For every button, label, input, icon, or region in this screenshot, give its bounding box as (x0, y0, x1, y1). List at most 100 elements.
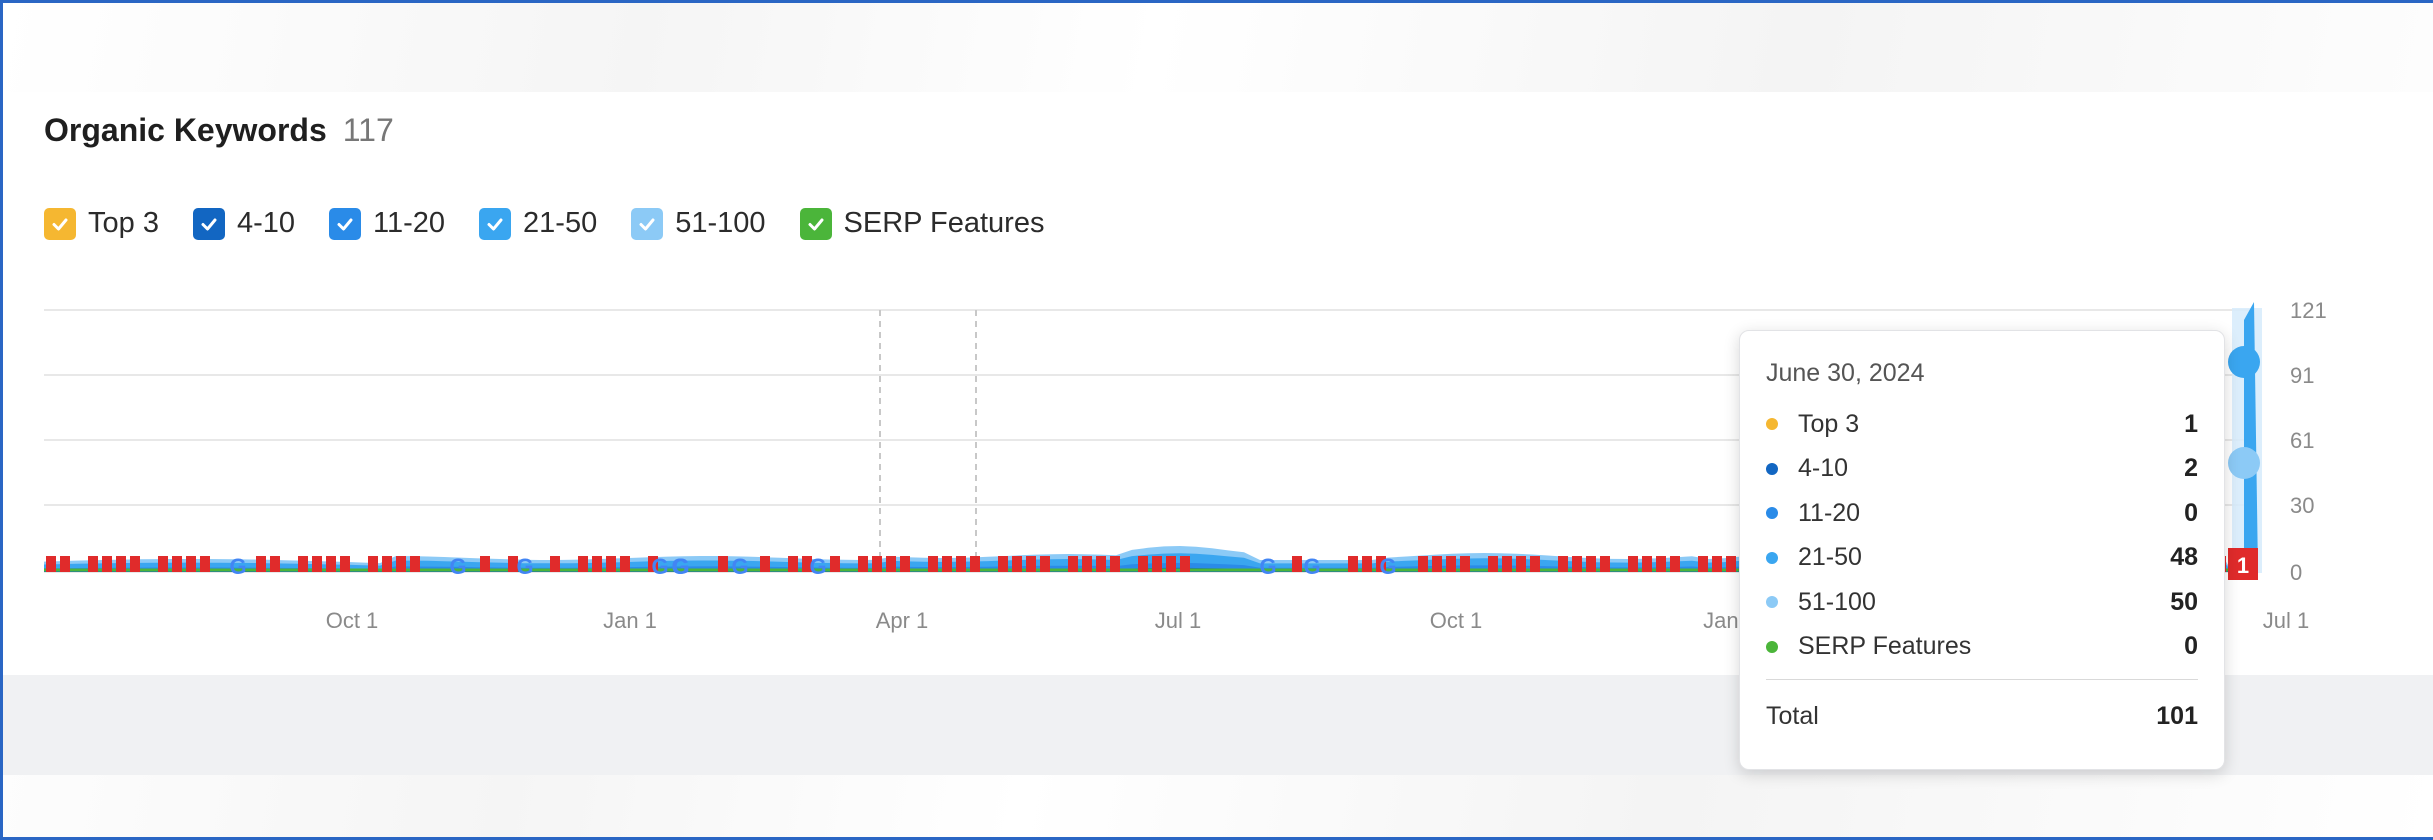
note-flag[interactable] (1712, 556, 1722, 572)
note-flag[interactable] (1068, 556, 1078, 572)
tooltip-value: 48 (2170, 543, 2198, 572)
note-flag[interactable] (830, 556, 840, 572)
note-flag[interactable] (1166, 556, 1176, 572)
legend-51-100[interactable]: 51-100 (631, 207, 766, 240)
note-flag[interactable] (1600, 556, 1610, 572)
legend-label: Top 3 (88, 207, 159, 239)
google-update-marker[interactable]: G (731, 554, 748, 579)
checkbox-4-10-icon[interactable] (192, 207, 225, 240)
note-flag[interactable] (1502, 556, 1512, 572)
legend-serp-features[interactable]: SERP Features (799, 207, 1044, 240)
note-flag[interactable] (928, 556, 938, 572)
note-flag[interactable] (368, 556, 378, 572)
note-flag[interactable] (1586, 556, 1596, 572)
note-flag[interactable] (1558, 556, 1568, 572)
note-flag[interactable] (760, 556, 770, 572)
note-flag[interactable] (1096, 556, 1106, 572)
note-flag[interactable] (130, 556, 140, 572)
note-flag[interactable] (1572, 556, 1582, 572)
legend-top3[interactable]: Top 3 (44, 207, 159, 240)
checkbox-top3-icon[interactable] (44, 207, 76, 240)
google-update-marker[interactable]: G (651, 554, 668, 579)
note-flag[interactable] (186, 556, 196, 572)
note-flag[interactable] (872, 556, 882, 572)
note-flag[interactable] (1530, 556, 1540, 572)
note-flag[interactable] (718, 556, 728, 572)
legend-11-20[interactable]: 11-20 (329, 207, 445, 240)
google-update-marker[interactable]: G (1379, 554, 1396, 579)
note-flag[interactable] (1348, 556, 1358, 572)
note-flag[interactable] (998, 556, 1008, 572)
note-flag[interactable] (1040, 556, 1050, 572)
note-flag[interactable] (1642, 556, 1652, 572)
note-flag[interactable] (102, 556, 112, 572)
note-flag[interactable] (1110, 556, 1120, 572)
note-flag[interactable] (1726, 556, 1736, 572)
note-flag[interactable] (550, 556, 560, 572)
note-flag[interactable] (1670, 556, 1680, 572)
note-flag[interactable] (1516, 556, 1526, 572)
legend-21-50[interactable]: 21-50 (479, 207, 597, 240)
note-flag[interactable] (592, 556, 602, 572)
note-flag[interactable] (1138, 556, 1148, 572)
note-flag[interactable] (116, 556, 126, 572)
note-flag[interactable] (200, 556, 210, 572)
note-flag[interactable] (312, 556, 322, 572)
note-flag[interactable] (858, 556, 868, 572)
note-flag[interactable] (158, 556, 168, 572)
note-flag[interactable] (1698, 556, 1708, 572)
google-update-marker[interactable]: G (229, 554, 246, 579)
note-flag[interactable] (270, 556, 280, 572)
note-flag[interactable] (886, 556, 896, 572)
note-flag[interactable] (326, 556, 336, 572)
note-flag[interactable] (1628, 556, 1638, 572)
checkbox-serp-features-icon[interactable] (799, 207, 832, 240)
note-flag[interactable] (298, 556, 308, 572)
google-update-marker[interactable]: G (516, 554, 533, 579)
note-flag[interactable] (1488, 556, 1498, 572)
tooltip-value: 0 (2184, 632, 2198, 661)
note-flag[interactable] (410, 556, 420, 572)
note-flag[interactable] (788, 556, 798, 572)
note-flag[interactable] (578, 556, 588, 572)
note-flag[interactable] (900, 556, 910, 572)
note-flag[interactable] (1152, 556, 1162, 572)
y-axis-labels: 121 91 61 30 0 (2290, 298, 2327, 585)
checkbox-21-50-icon[interactable] (479, 207, 512, 240)
hover-column: 1 (2228, 302, 2262, 580)
note-flag[interactable] (1180, 556, 1190, 572)
checkbox-11-20-icon[interactable] (329, 207, 361, 240)
note-flag[interactable] (256, 556, 266, 572)
note-flag[interactable] (88, 556, 98, 572)
note-flag[interactable] (1012, 556, 1022, 572)
note-flag[interactable] (1418, 556, 1428, 572)
note-flag[interactable] (172, 556, 182, 572)
note-flag[interactable] (1082, 556, 1092, 572)
note-flag[interactable] (970, 556, 980, 572)
google-update-marker[interactable]: G (1303, 554, 1320, 579)
google-update-marker[interactable]: G (449, 554, 466, 579)
note-flag[interactable] (620, 556, 630, 572)
note-flag[interactable] (60, 556, 70, 572)
hover-point-top (2228, 346, 2260, 378)
note-flag[interactable] (942, 556, 952, 572)
google-update-marker[interactable]: G (1259, 554, 1276, 579)
note-flag[interactable] (46, 556, 56, 572)
legend-4-10[interactable]: 4-10 (192, 207, 295, 240)
note-flag[interactable] (956, 556, 966, 572)
note-flag[interactable] (1656, 556, 1666, 572)
note-flag[interactable] (480, 556, 490, 572)
checkbox-51-100-icon[interactable] (631, 207, 664, 240)
note-flag[interactable] (1292, 556, 1302, 572)
note-flag[interactable] (1026, 556, 1036, 572)
note-flag[interactable] (396, 556, 406, 572)
note-flag[interactable] (1460, 556, 1470, 572)
google-update-marker[interactable]: G (809, 554, 826, 579)
note-flag[interactable] (606, 556, 616, 572)
note-flag[interactable] (1362, 556, 1372, 572)
note-flag[interactable] (340, 556, 350, 572)
google-update-marker[interactable]: G (671, 554, 688, 579)
note-flag[interactable] (382, 556, 392, 572)
note-flag[interactable] (1432, 556, 1442, 572)
note-flag[interactable] (1446, 556, 1456, 572)
